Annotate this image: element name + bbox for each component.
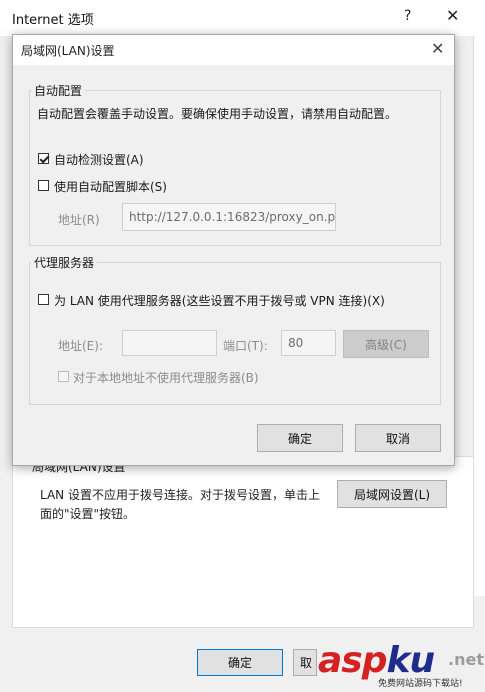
lan-settings-button[interactable]: 局域网设置(L) bbox=[337, 480, 447, 508]
site-watermark: aspku .net 免费网站源码下载站! bbox=[318, 640, 484, 690]
bypass-local-checkbox[interactable] bbox=[58, 371, 69, 382]
use-proxy-label[interactable]: 为 LAN 使用代理服务器(这些设置不用于拨号或 VPN 连接)(X) bbox=[54, 292, 385, 309]
dialog-title: 局域网(LAN)设置 bbox=[21, 44, 115, 58]
use-script-checkbox[interactable] bbox=[38, 180, 49, 191]
watermark-brand-b: ku bbox=[386, 640, 436, 681]
advanced-button[interactable]: 高级(C) bbox=[343, 330, 429, 358]
bypass-local-label[interactable]: 对于本地地址不使用代理服务器(B) bbox=[73, 369, 259, 386]
watermark-brand-a: asp bbox=[318, 640, 387, 681]
auto-detect-label[interactable]: 自动检测设置(A) bbox=[54, 151, 144, 168]
window-title: Internet 选项 bbox=[12, 13, 94, 28]
cancel-button[interactable]: 取 bbox=[293, 649, 317, 676]
script-address-input[interactable]: http://127.0.0.1:16823/proxy_on.pac bbox=[122, 203, 336, 231]
use-proxy-checkbox[interactable] bbox=[38, 294, 49, 305]
window-titlebar: Internet 选项 ? ✕ bbox=[0, 0, 485, 36]
use-script-label[interactable]: 使用自动配置脚本(S) bbox=[54, 178, 167, 195]
dialog-titlebar: 局域网(LAN)设置 ✕ bbox=[13, 35, 454, 65]
tab-content-edge bbox=[473, 36, 485, 596]
dialog-close-icon[interactable]: ✕ bbox=[431, 39, 444, 58]
lan-description: LAN 设置不应用于拨号连接。对于拨号设置，单击上面的"设置"按钮。 bbox=[40, 488, 320, 521]
ok-button[interactable]: 确定 bbox=[197, 649, 283, 676]
help-icon[interactable]: ? bbox=[404, 8, 411, 24]
proxy-port-input[interactable]: 80 bbox=[281, 330, 336, 356]
dialog-ok-button[interactable]: 确定 bbox=[257, 424, 343, 452]
proxy-port-label: 端口(T): bbox=[223, 339, 268, 353]
watermark-suffix: .net bbox=[448, 650, 484, 669]
auto-detect-checkbox[interactable] bbox=[38, 153, 49, 164]
watermark-logo: aspku bbox=[318, 640, 436, 681]
lan-settings-dialog: 局域网(LAN)设置 ✕ 自动配置 自动配置会覆盖手动设置。要确保使用手动设置，… bbox=[12, 34, 455, 466]
script-address-label: 地址(R) bbox=[58, 213, 100, 227]
proxy-address-label: 地址(E): bbox=[58, 339, 103, 353]
watermark-subtitle: 免费网站源码下载站! bbox=[378, 679, 463, 689]
proxy-server-title: 代理服务器 bbox=[31, 254, 98, 271]
proxy-address-input[interactable] bbox=[122, 330, 217, 356]
auto-config-description: 自动配置会覆盖手动设置。要确保使用手动设置，请禁用自动配置。 bbox=[37, 107, 398, 121]
dialog-cancel-button[interactable]: 取消 bbox=[355, 424, 441, 452]
auto-config-title: 自动配置 bbox=[31, 82, 86, 99]
close-icon[interactable]: ✕ bbox=[446, 6, 459, 25]
